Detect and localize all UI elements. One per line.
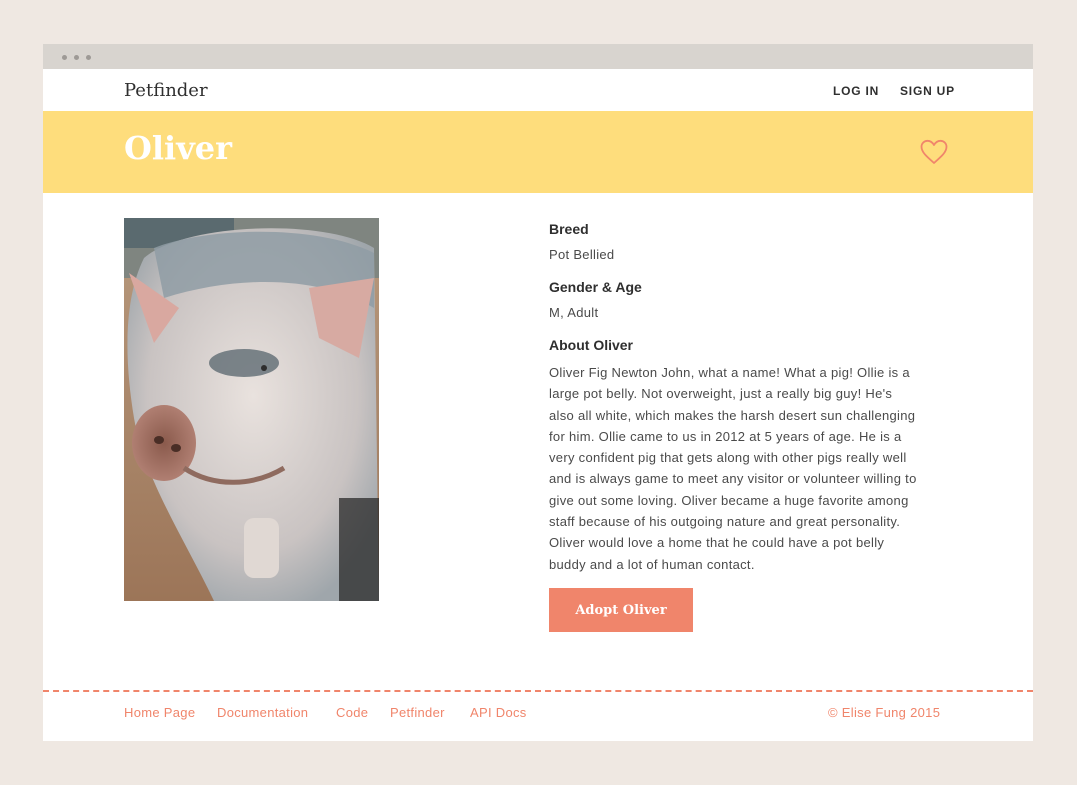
signup-link[interactable]: SIGN UP [900, 84, 955, 98]
adopt-button[interactable]: Adopt Oliver [549, 588, 693, 632]
about-line: give out some loving. Oliver became a hu… [549, 492, 909, 508]
footer-divider [43, 690, 1033, 692]
brand-logo[interactable]: Petfinder [124, 80, 208, 101]
browser-window: Petfinder LOG IN SIGN UP Oliver Breed Po… [43, 44, 1033, 741]
about-line: and is always game to meet any visitor o… [549, 471, 917, 487]
pet-name-title: Oliver [124, 129, 232, 167]
about-line: for him. Ollie came to us in 2012 at 5 y… [549, 428, 902, 444]
about-line: Oliver Fig Newton John, what a name! Wha… [549, 365, 910, 380]
login-link[interactable]: LOG IN [833, 84, 879, 98]
footer-link-code[interactable]: Code [336, 705, 368, 720]
window-dot [86, 55, 91, 60]
footer-link-api-docs[interactable]: API Docs [470, 705, 527, 720]
footer-link-documentation[interactable]: Documentation [217, 705, 308, 720]
window-dot [74, 55, 79, 60]
about-line: buddy and a lot of human contact. [549, 556, 755, 572]
gender-age-value: M, Adult [549, 305, 599, 320]
about-text: Oliver Fig Newton John, what a name! Wha… [549, 362, 949, 575]
window-dot [62, 55, 67, 60]
about-line: Oliver would love a home that he could h… [549, 535, 885, 551]
pet-header-banner: Oliver [43, 111, 1033, 193]
pet-details: Breed Pot Bellied Gender & Age M, Adult … [549, 220, 949, 575]
about-label: About Oliver [549, 337, 634, 353]
breed-value: Pot Bellied [549, 247, 615, 262]
gender-age-label: Gender & Age [549, 279, 642, 295]
about-line: also all white, which makes the harsh de… [549, 407, 916, 423]
about-line: large pot belly. Not overweight, just a … [549, 386, 893, 402]
breed-label: Breed [549, 221, 589, 237]
footer-link-petfinder[interactable]: Petfinder [390, 705, 445, 720]
footer-link-home[interactable]: Home Page [124, 705, 195, 720]
pig-photo [124, 218, 379, 601]
top-navbar: Petfinder LOG IN SIGN UP [43, 69, 1033, 111]
about-line: staff because of his outgoing nature and… [549, 514, 901, 530]
heart-icon[interactable] [920, 139, 948, 165]
footer-copyright: © Elise Fung 2015 [828, 705, 941, 720]
window-titlebar [43, 44, 1033, 69]
about-line: very confident pig that gets along with … [549, 450, 907, 466]
